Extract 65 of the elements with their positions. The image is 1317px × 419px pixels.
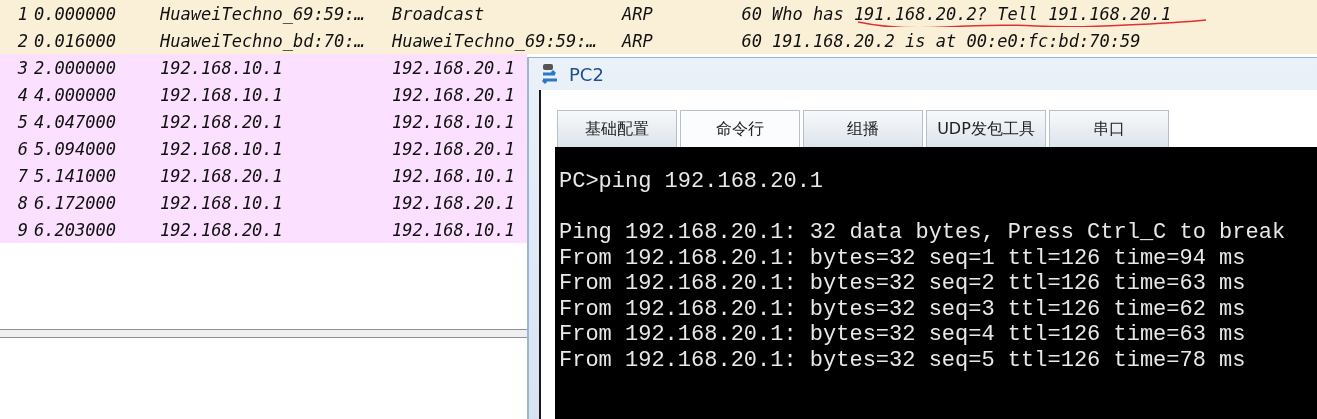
packet-row[interactable]: 5 4.047000 192.168.20.1 192.168.10.1 [0, 108, 527, 135]
packet-time: 6.203000 [34, 219, 116, 240]
packet-source: 192.168.20.1 [160, 219, 283, 240]
packet-time: 4.047000 [34, 111, 116, 132]
packet-source: 192.168.10.1 [160, 138, 283, 159]
packet-time: 0.000000 [34, 3, 116, 24]
packet-time: 5.094000 [34, 138, 116, 159]
packet-row[interactable]: 3 2.000000 192.168.10.1 192.168.20.1 [0, 54, 527, 81]
packet-number: 3 [16, 57, 28, 78]
packet-time: 0.016000 [34, 30, 116, 51]
tab[interactable]: 串口 [1049, 110, 1169, 147]
packet-source: 192.168.10.1 [160, 192, 283, 213]
packet-destination: 192.168.10.1 [392, 165, 515, 186]
packet-destination: 192.168.10.1 [392, 219, 515, 240]
packet-destination: 192.168.20.1 [392, 84, 515, 105]
packet-number: 4 [16, 84, 28, 105]
packet-number: 2 [16, 30, 28, 51]
terminal-line: From 192.168.20.1: bytes=32 seq=2 ttl=126 time=63 ms [559, 271, 1246, 297]
packet-source: 192.168.20.1 [160, 165, 283, 186]
packet-row[interactable]: 2 0.016000 HuaweiTechno_bd:70:… HuaweiTechno_69:59:… ARP 60 191.168.20.2 is at 00:e0:fc:bd:70:59 [0, 27, 1317, 54]
window-title: PC2 [569, 63, 604, 85]
packet-destination: 192.168.20.1 [392, 57, 515, 78]
packet-row[interactable]: 7 5.141000 192.168.20.1 192.168.10.1 [0, 162, 527, 189]
packet-row[interactable]: 6 5.094000 192.168.10.1 192.168.20.1 [0, 135, 527, 162]
packet-info: 191.168.20.2 is at 00:e0:fc:bd:70:59 [772, 30, 1141, 51]
tab[interactable]: 基础配置 [557, 110, 677, 147]
packet-destination: 192.168.20.1 [392, 192, 515, 213]
packet-length: 60 [740, 30, 762, 51]
packet-destination: Broadcast [392, 3, 485, 24]
packet-source: 192.168.20.1 [160, 111, 283, 132]
terminal-line: Ping 192.168.20.1: 32 data bytes, Press Ctrl_C to break [559, 220, 1286, 246]
packet-protocol: ARP [622, 30, 654, 51]
packet-row[interactable]: 4 4.000000 192.168.10.1 192.168.20.1 [0, 81, 527, 108]
packet-row[interactable]: 8 6.172000 192.168.10.1 192.168.20.1 [0, 189, 527, 216]
packet-number: 6 [16, 138, 28, 159]
packet-number: 1 [16, 3, 28, 24]
packet-time: 6.172000 [34, 192, 116, 213]
terminal-line: From 192.168.20.1: bytes=32 seq=5 ttl=126 time=78 ms [559, 347, 1246, 373]
packet-info: Who has 191.168.20.2? Tell 191.168.20.1 [772, 3, 1172, 24]
tab[interactable]: 命令行 [680, 110, 800, 147]
packet-protocol: ARP [622, 3, 654, 24]
packet-destination: HuaweiTechno_69:59:… [392, 30, 597, 51]
pane-splitter[interactable] [0, 329, 527, 338]
terminal-line: From 192.168.20.1: bytes=32 seq=1 ttl=126 time=94 ms [559, 245, 1246, 271]
packet-number: 8 [16, 192, 28, 213]
packet-length: 60 [740, 3, 762, 24]
packet-row[interactable]: 1 0.000000 HuaweiTechno_69:59:… Broadcast ARP 60 Who has 191.168.20.2? Tell 191.168.20.1 [0, 0, 1317, 27]
terminal-line: From 192.168.20.1: bytes=32 seq=4 ttl=126 time=63 ms [559, 322, 1246, 348]
packet-number: 7 [16, 165, 28, 186]
packet-source: 192.168.10.1 [160, 84, 283, 105]
packet-time: 4.000000 [34, 84, 116, 105]
packet-source: HuaweiTechno_bd:70:… [160, 30, 365, 51]
packet-number: 9 [16, 219, 28, 240]
packet-destination: 192.168.10.1 [392, 111, 515, 132]
packet-source: HuaweiTechno_69:59:… [160, 3, 365, 24]
terminal-line: PC>ping 192.168.20.1 [559, 169, 824, 195]
packet-time: 5.141000 [34, 165, 116, 186]
packet-time: 2.000000 [34, 57, 116, 78]
packet-row[interactable]: 9 6.203000 192.168.20.1 192.168.10.1 [0, 216, 527, 243]
packet-destination: 192.168.20.1 [392, 138, 515, 159]
terminal-line: From 192.168.20.1: bytes=32 seq=3 ttl=126 time=62 ms [559, 296, 1246, 322]
tab[interactable]: UDP发包工具 [926, 110, 1046, 147]
packet-source: 192.168.10.1 [160, 57, 283, 78]
tab[interactable]: 组播 [803, 110, 923, 147]
packet-number: 5 [16, 111, 28, 132]
